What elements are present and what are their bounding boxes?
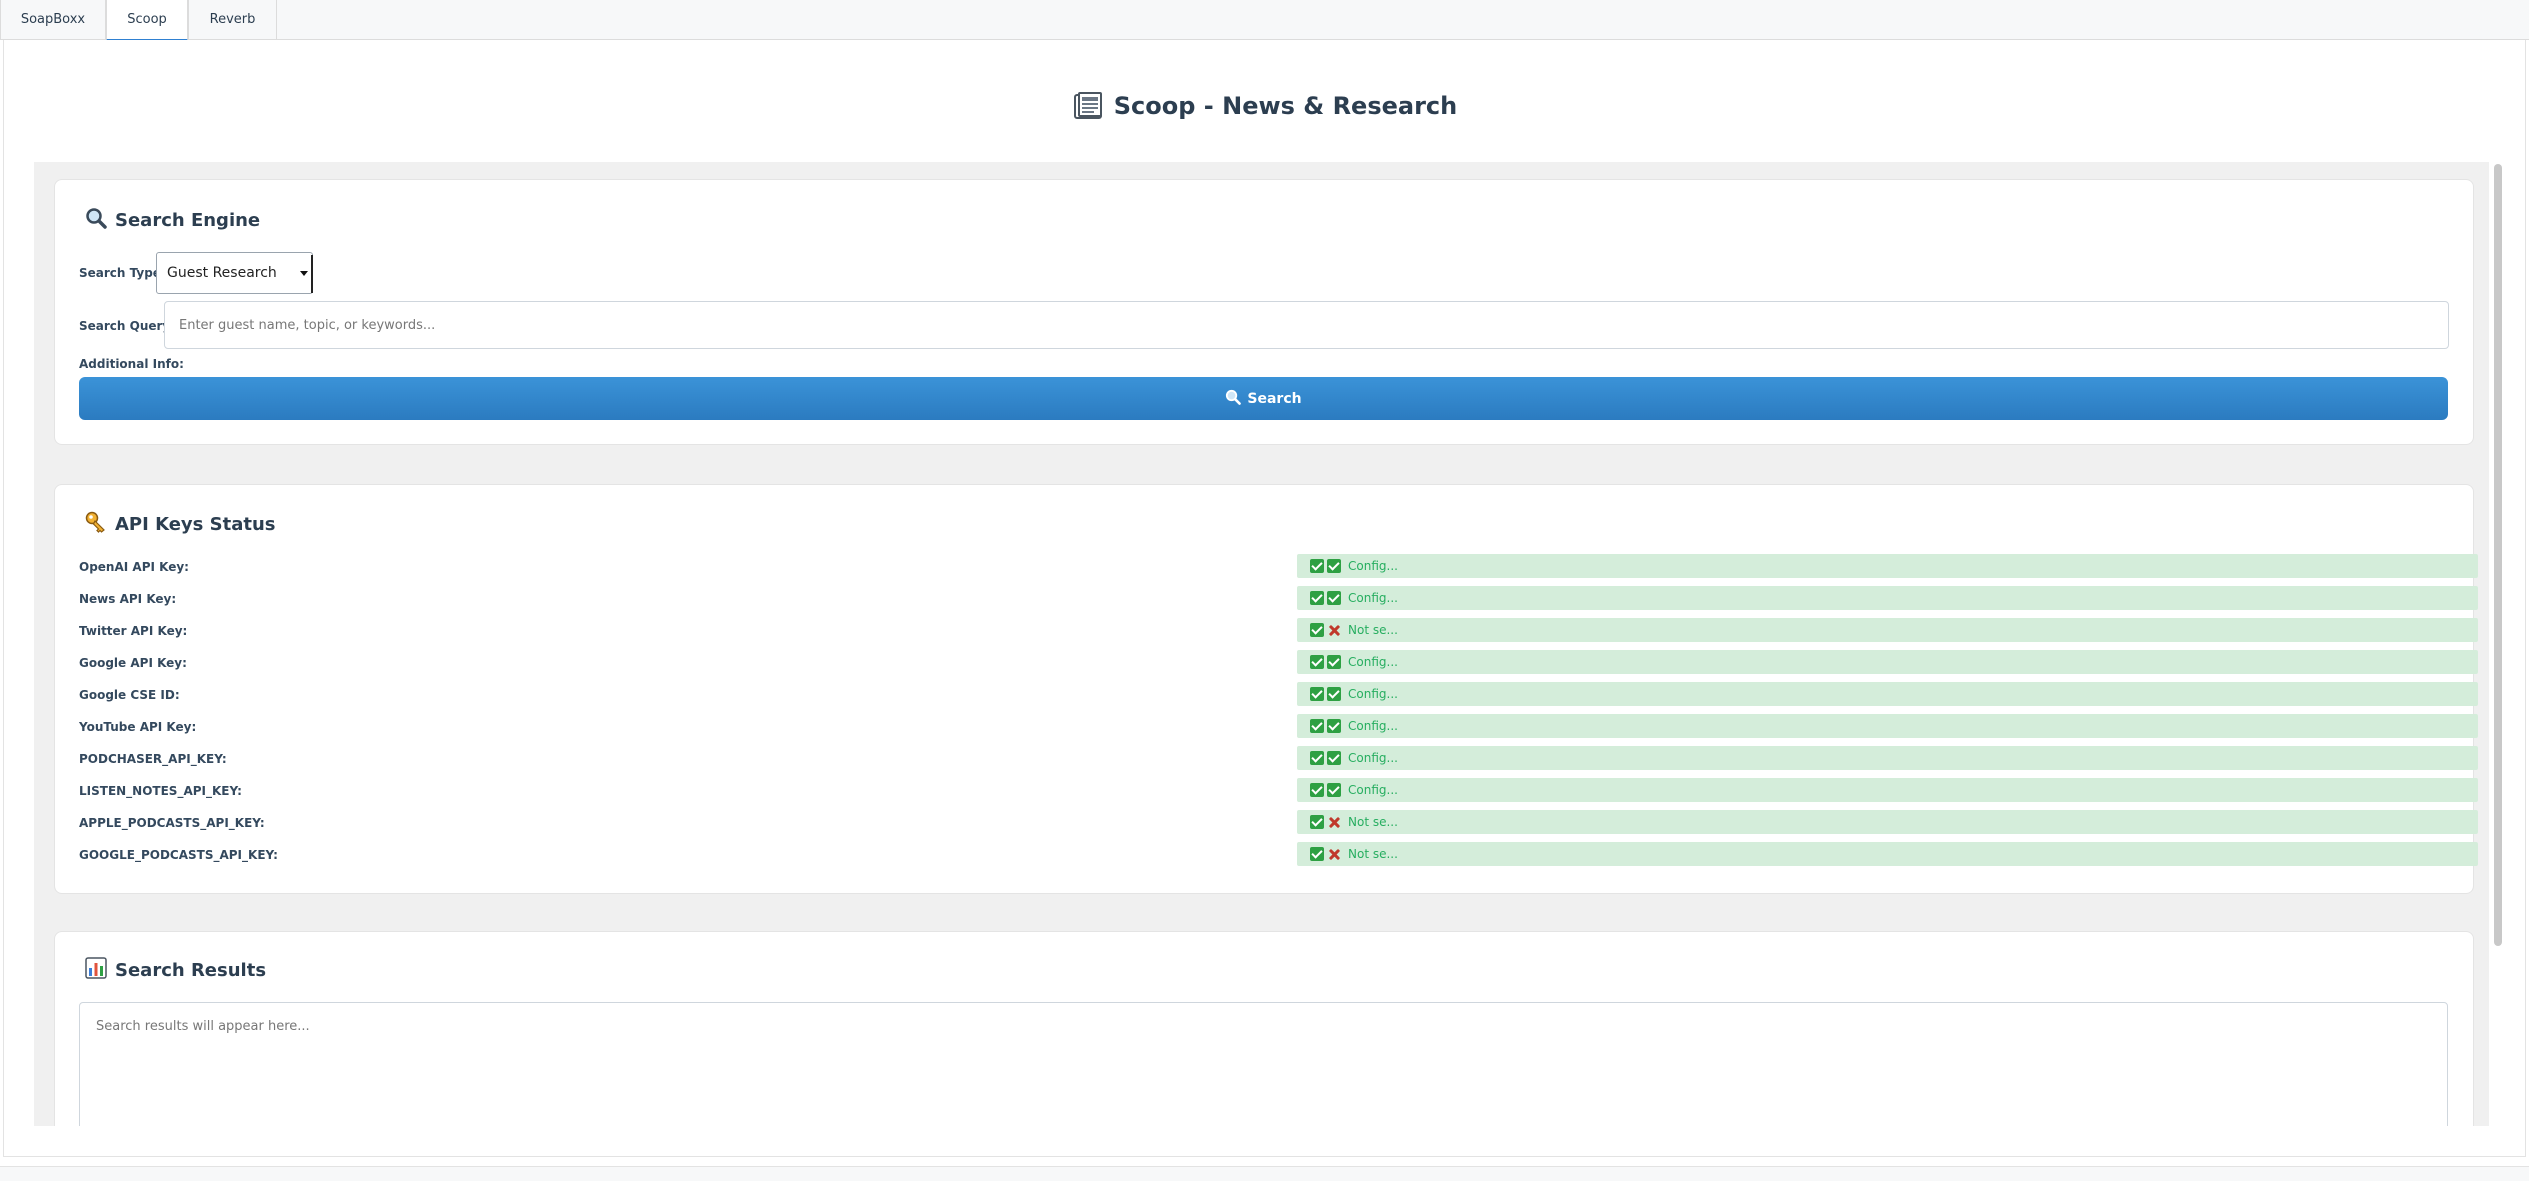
api-row-label: LISTEN_NOTES_API_KEY: <box>79 784 242 798</box>
api-row-label: News API Key: <box>79 592 177 606</box>
api-row-label: Twitter API Key: <box>79 624 188 638</box>
cross-icon <box>1327 847 1341 861</box>
api-status-badge: Config... <box>1297 586 2478 610</box>
api-row-podchaser: PODCHASER_API_KEY: Config... <box>55 746 2478 772</box>
search-query-label: Search Query: <box>79 319 176 333</box>
check-icon <box>1327 751 1341 765</box>
check-icon <box>1310 687 1324 701</box>
api-status-badge: Config... <box>1297 778 2478 802</box>
magnifier-icon <box>85 207 107 234</box>
api-status-text: Config... <box>1348 783 1398 797</box>
newspaper-icon <box>1073 92 1104 120</box>
api-status-text: Config... <box>1348 559 1398 573</box>
status-bar <box>0 1166 2529 1181</box>
search-button-label: Search <box>1247 390 1302 407</box>
tab-bar: SoapBoxx Scoop Reverb <box>0 0 2529 41</box>
additional-info-label: Additional Info: <box>79 357 184 371</box>
api-row-google-cse: Google CSE ID: Config... <box>55 682 2478 708</box>
magnifier-icon <box>1225 389 1242 409</box>
search-results-textarea[interactable]: Search results will appear here... <box>79 1002 2448 1126</box>
page-title: Scoop - News & Research <box>4 92 2527 120</box>
vertical-scrollbar[interactable] <box>2489 162 2504 1126</box>
check-icon <box>1310 559 1324 573</box>
api-row-label: Google CSE ID: <box>79 688 180 702</box>
bar-chart-icon <box>85 957 107 984</box>
api-status-badge: Config... <box>1297 682 2478 706</box>
api-status-badge: Config... <box>1297 554 2478 578</box>
api-status-text: Config... <box>1348 591 1398 605</box>
api-status-text: Config... <box>1348 655 1398 669</box>
api-status-badge: Config... <box>1297 746 2478 770</box>
check-icon <box>1327 719 1341 733</box>
check-icon <box>1310 655 1324 669</box>
search-query-input[interactable]: Enter guest name, topic, or keywords... <box>164 301 2449 349</box>
api-row-youtube: YouTube API Key: Config... <box>55 714 2478 740</box>
tab-scoop[interactable]: Scoop <box>106 0 188 41</box>
api-row-label: PODCHASER_API_KEY: <box>79 752 227 766</box>
api-row-news: News API Key: Config... <box>55 586 2478 612</box>
check-icon <box>1310 623 1324 637</box>
api-keys-card: API Keys Status OpenAI API Key: Config..… <box>54 484 2478 894</box>
tab-soapboxx[interactable]: SoapBoxx <box>0 0 106 40</box>
select-edge <box>311 255 313 293</box>
search-type-value: Guest Research <box>167 265 277 281</box>
api-status-text: Not se... <box>1348 623 1398 637</box>
page-title-text: Scoop - News & Research <box>1113 92 1458 120</box>
scrollbar-thumb[interactable] <box>2494 164 2502 946</box>
tab-content: Scoop - News & Research Search Engine Se… <box>3 40 2526 1157</box>
search-type-select[interactable]: Guest Research <box>156 252 313 294</box>
api-row-listen-notes: LISTEN_NOTES_API_KEY: Config... <box>55 778 2478 804</box>
search-engine-title: Search Engine <box>115 210 261 231</box>
check-icon <box>1327 783 1341 797</box>
check-icon <box>1310 815 1324 829</box>
api-status-text: Config... <box>1348 751 1398 765</box>
key-icon <box>85 511 107 538</box>
check-icon <box>1310 847 1324 861</box>
api-status-text: Config... <box>1348 687 1398 701</box>
api-keys-heading: API Keys Status <box>85 511 276 538</box>
search-results-title: Search Results <box>115 960 267 981</box>
api-row-twitter: Twitter API Key: Not se... <box>55 618 2478 644</box>
search-button[interactable]: Search <box>79 377 2448 420</box>
api-row-label: OpenAI API Key: <box>79 560 189 574</box>
api-status-badge: Not se... <box>1297 842 2478 866</box>
api-status-badge: Not se... <box>1297 810 2478 834</box>
api-row-label: GOOGLE_PODCASTS_API_KEY: <box>79 848 278 862</box>
scroll-area[interactable]: Search Engine Search Type: Guest Researc… <box>34 162 2504 1126</box>
api-row-label: Google API Key: <box>79 656 187 670</box>
search-type-label: Search Type: <box>79 266 166 280</box>
search-engine-heading: Search Engine <box>85 207 260 234</box>
check-icon <box>1310 783 1324 797</box>
search-results-heading: Search Results <box>85 957 266 984</box>
api-row-google: Google API Key: Config... <box>55 650 2478 676</box>
api-row-openai: OpenAI API Key: Config... <box>55 554 2478 580</box>
api-status-badge: Config... <box>1297 714 2478 738</box>
chevron-down-icon <box>300 271 308 276</box>
check-icon <box>1310 751 1324 765</box>
check-icon <box>1327 559 1341 573</box>
api-row-apple-podcasts: APPLE_PODCASTS_API_KEY: Not se... <box>55 810 2478 836</box>
api-status-text: Not se... <box>1348 847 1398 861</box>
search-engine-card: Search Engine Search Type: Guest Researc… <box>54 179 2474 445</box>
api-row-google-podcasts: GOOGLE_PODCASTS_API_KEY: Not se... <box>55 842 2478 868</box>
api-row-label: YouTube API Key: <box>79 720 197 734</box>
check-icon <box>1327 591 1341 605</box>
search-results-card: Search Results Search results will appea… <box>54 931 2474 1126</box>
check-icon <box>1310 719 1324 733</box>
cross-icon <box>1327 815 1341 829</box>
api-status-text: Config... <box>1348 719 1398 733</box>
check-icon <box>1310 591 1324 605</box>
api-status-text: Not se... <box>1348 815 1398 829</box>
check-icon <box>1327 655 1341 669</box>
api-keys-title: API Keys Status <box>115 514 276 535</box>
tab-reverb[interactable]: Reverb <box>188 0 277 40</box>
check-icon <box>1327 687 1341 701</box>
api-status-badge: Config... <box>1297 650 2478 674</box>
cross-icon <box>1327 623 1341 637</box>
api-row-label: APPLE_PODCASTS_API_KEY: <box>79 816 265 830</box>
api-status-badge: Not se... <box>1297 618 2478 642</box>
